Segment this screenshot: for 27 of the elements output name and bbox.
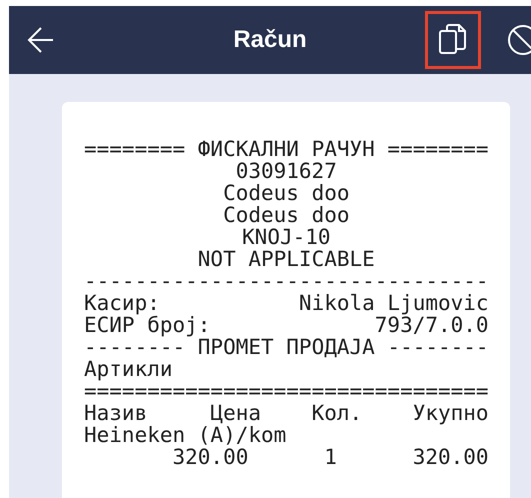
copy-icon: [438, 23, 468, 57]
receipt-line: ======== ФИСКАЛНИ РАЧУН ========: [84, 138, 489, 160]
screen-title: Račun: [233, 26, 307, 54]
receipt-label: ЕСИР број:: [84, 314, 210, 336]
column-header: Кол.: [312, 402, 364, 424]
receipt-line: -------- ПРОМЕТ ПРОДАЈА --------: [84, 336, 489, 358]
block-icon: [507, 24, 531, 56]
receipt-line: Codeus doo: [222, 182, 350, 204]
item-value: 320.00: [172, 446, 248, 468]
column-header: Назив: [84, 402, 148, 424]
receipt-label: Касир:: [84, 292, 160, 314]
receipt-line: Артикли: [84, 358, 174, 380]
receipt-value: 793/7.0.0: [374, 314, 489, 336]
column-header: Цена: [210, 402, 262, 424]
copy-button[interactable]: [425, 11, 481, 69]
item-value: 1: [323, 446, 338, 468]
back-arrow-icon: [27, 26, 55, 54]
receipt-value: Nikola Ljumovic: [298, 292, 489, 314]
receipt-line: Heineken (A)/kom: [84, 424, 288, 446]
separator-line: --------------------------------: [84, 270, 489, 292]
receipt-line: KNOJ-10: [241, 226, 332, 248]
separator-line: ================================: [84, 380, 489, 402]
column-header: Укупно: [412, 402, 489, 424]
item-value: 320.00: [412, 446, 489, 468]
receipt-line: Codeus doo: [222, 204, 350, 226]
receipt-line: 03091627: [234, 160, 338, 182]
receipt-line: NOT APPLICABLE: [196, 248, 376, 270]
